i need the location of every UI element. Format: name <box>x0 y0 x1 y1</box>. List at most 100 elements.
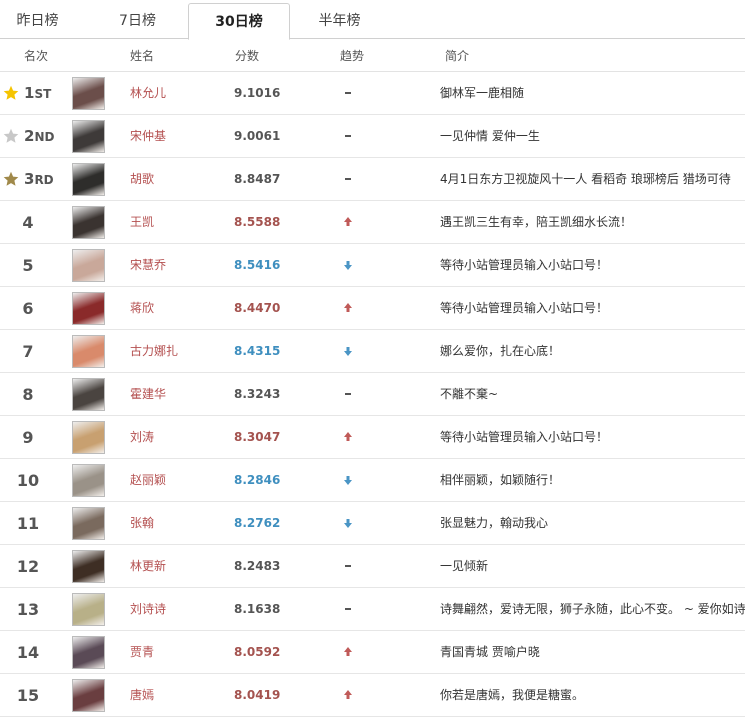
rank-value: 1ST <box>24 84 52 102</box>
avatar[interactable] <box>72 120 105 153</box>
rank-value: 15 <box>16 686 40 705</box>
intro-text: 相伴丽颖，如颖随行！ <box>440 473 561 487</box>
silver-star-icon <box>3 128 19 143</box>
trend-up-icon <box>341 299 355 317</box>
avatar[interactable] <box>72 335 105 368</box>
ranking-tabs: 昨日榜 7日榜 30日榜 半年榜 <box>0 0 745 40</box>
name-link[interactable]: 胡歌 <box>130 158 154 201</box>
column-intro: 简介 <box>445 49 470 63</box>
score-value: 8.3047 <box>234 430 281 444</box>
avatar[interactable] <box>72 507 105 540</box>
score-value: 8.3243 <box>234 387 281 401</box>
ranking-list: 1ST 林允儿 9.1016 御林军一鹿相随 2ND 宋仲基 9.0061 一见仲情 爱仲一生… <box>0 72 745 717</box>
trend-flat-icon <box>341 600 355 618</box>
table-row: 11 张翰 8.2762 张显魅力，翰动我心 <box>0 502 745 545</box>
trend-down-icon <box>341 256 355 274</box>
name-link[interactable]: 贾青 <box>130 631 154 674</box>
score-value: 8.2762 <box>234 516 281 530</box>
name-link[interactable]: 蒋欣 <box>130 287 154 330</box>
name-link[interactable]: 林允儿 <box>130 72 166 115</box>
name-link[interactable]: 刘诗诗 <box>130 588 166 631</box>
column-score: 分数 <box>235 49 260 63</box>
score-value: 8.2846 <box>234 473 281 487</box>
tab-half-year[interactable]: 半年榜 <box>292 0 387 39</box>
table-row: 15 唐嫣 8.0419 你若是唐嫣，我便是糖蜜。 <box>0 674 745 717</box>
rank-value: 8 <box>22 385 34 404</box>
score-value: 8.5416 <box>234 258 281 272</box>
table-row: 6 蒋欣 8.4470 等待小站管理员输入小站口号！ <box>0 287 745 330</box>
table-row: 13 刘诗诗 8.1638 诗舞翩然，爱诗无限，狮子永随，此心不变。 ~ 爱你如诗 <box>0 588 745 631</box>
name-link[interactable]: 张翰 <box>130 502 154 545</box>
avatar[interactable] <box>72 292 105 325</box>
rank-value: 14 <box>16 643 40 662</box>
intro-text: 娜么爱你，扎在心底！ <box>440 344 561 358</box>
table-row: 14 贾青 8.0592 青国青城 贾喻户晓 <box>0 631 745 674</box>
rank-value: 9 <box>22 428 34 447</box>
rank-value: 5 <box>22 256 34 275</box>
rank-value: 4 <box>22 213 34 232</box>
table-row: 9 刘涛 8.3047 等待小站管理员输入小站口号！ <box>0 416 745 459</box>
intro-text: 4月1日东方卫视旋风十一人 看稻奇 琅琊榜后 猎场可待 <box>440 172 731 186</box>
trend-up-icon <box>341 643 355 661</box>
trend-flat-icon <box>341 170 355 188</box>
avatar[interactable] <box>72 550 105 583</box>
table-row: 10 赵丽颖 8.2846 相伴丽颖，如颖随行！ <box>0 459 745 502</box>
score-value: 9.1016 <box>234 86 281 100</box>
name-link[interactable]: 唐嫣 <box>130 674 154 717</box>
avatar[interactable] <box>72 206 105 239</box>
name-link[interactable]: 刘涛 <box>130 416 154 459</box>
score-value: 8.8487 <box>234 172 281 186</box>
intro-text: 等待小站管理员输入小站口号！ <box>440 258 609 272</box>
name-link[interactable]: 霍建华 <box>130 373 166 416</box>
intro-text: 张显魅力，翰动我心 <box>440 516 549 530</box>
tab-7-day[interactable]: 7日榜 <box>90 0 185 39</box>
avatar[interactable] <box>72 464 105 497</box>
name-link[interactable]: 林更新 <box>130 545 166 588</box>
trend-flat-icon <box>341 127 355 145</box>
table-header: 名次 姓名 分数 趋势 简介 <box>0 39 745 72</box>
rank-value: 13 <box>16 600 40 619</box>
rank-value: 10 <box>16 471 40 490</box>
trend-down-icon <box>341 471 355 489</box>
rank-value: 6 <box>22 299 34 318</box>
intro-text: 御林军一鹿相随 <box>440 86 525 100</box>
trend-flat-icon <box>341 84 355 102</box>
avatar[interactable] <box>72 679 105 712</box>
table-row: 5 宋慧乔 8.5416 等待小站管理员输入小站口号！ <box>0 244 745 287</box>
trend-flat-icon <box>341 385 355 403</box>
trend-up-icon <box>341 686 355 704</box>
intro-text: 青国青城 贾喻户晓 <box>440 645 540 659</box>
intro-text: 一见倾新 <box>440 559 489 573</box>
avatar[interactable] <box>72 163 105 196</box>
avatar[interactable] <box>72 249 105 282</box>
table-row: 4 王凯 8.5588 遇王凯三生有幸，陪王凯细水长流！ <box>0 201 745 244</box>
intro-text: 等待小站管理员输入小站口号！ <box>440 430 609 444</box>
score-value: 8.0592 <box>234 645 281 659</box>
avatar[interactable] <box>72 593 105 626</box>
avatar[interactable] <box>72 77 105 110</box>
name-link[interactable]: 赵丽颖 <box>130 459 166 502</box>
intro-text: 诗舞翩然，爱诗无限，狮子永随，此心不变。 ~ 爱你如诗 <box>440 602 745 616</box>
name-link[interactable]: 王凯 <box>130 201 154 244</box>
rank-value: 7 <box>22 342 34 361</box>
trend-up-icon <box>341 428 355 446</box>
name-link[interactable]: 古力娜扎 <box>130 330 178 373</box>
name-link[interactable]: 宋慧乔 <box>130 244 166 287</box>
table-row: 8 霍建华 8.3243 不離不棄~ <box>0 373 745 416</box>
name-link[interactable]: 宋仲基 <box>130 115 166 158</box>
trend-flat-icon <box>341 557 355 575</box>
tab-30-day[interactable]: 30日榜 <box>188 3 290 40</box>
table-row: 2ND 宋仲基 9.0061 一见仲情 爱仲一生 <box>0 115 745 158</box>
trend-down-icon <box>341 514 355 532</box>
avatar[interactable] <box>72 421 105 454</box>
avatar[interactable] <box>72 636 105 669</box>
intro-text: 不離不棄~ <box>440 387 499 401</box>
bronze-star-icon <box>3 171 19 186</box>
score-value: 9.0061 <box>234 129 281 143</box>
column-trend: 趋势 <box>340 49 365 63</box>
tab-yesterday[interactable]: 昨日榜 <box>0 0 75 39</box>
intro-text: 一见仲情 爱仲一生 <box>440 129 540 143</box>
rank-value: 11 <box>16 514 40 533</box>
table-row: 1ST 林允儿 9.1016 御林军一鹿相随 <box>0 72 745 115</box>
avatar[interactable] <box>72 378 105 411</box>
